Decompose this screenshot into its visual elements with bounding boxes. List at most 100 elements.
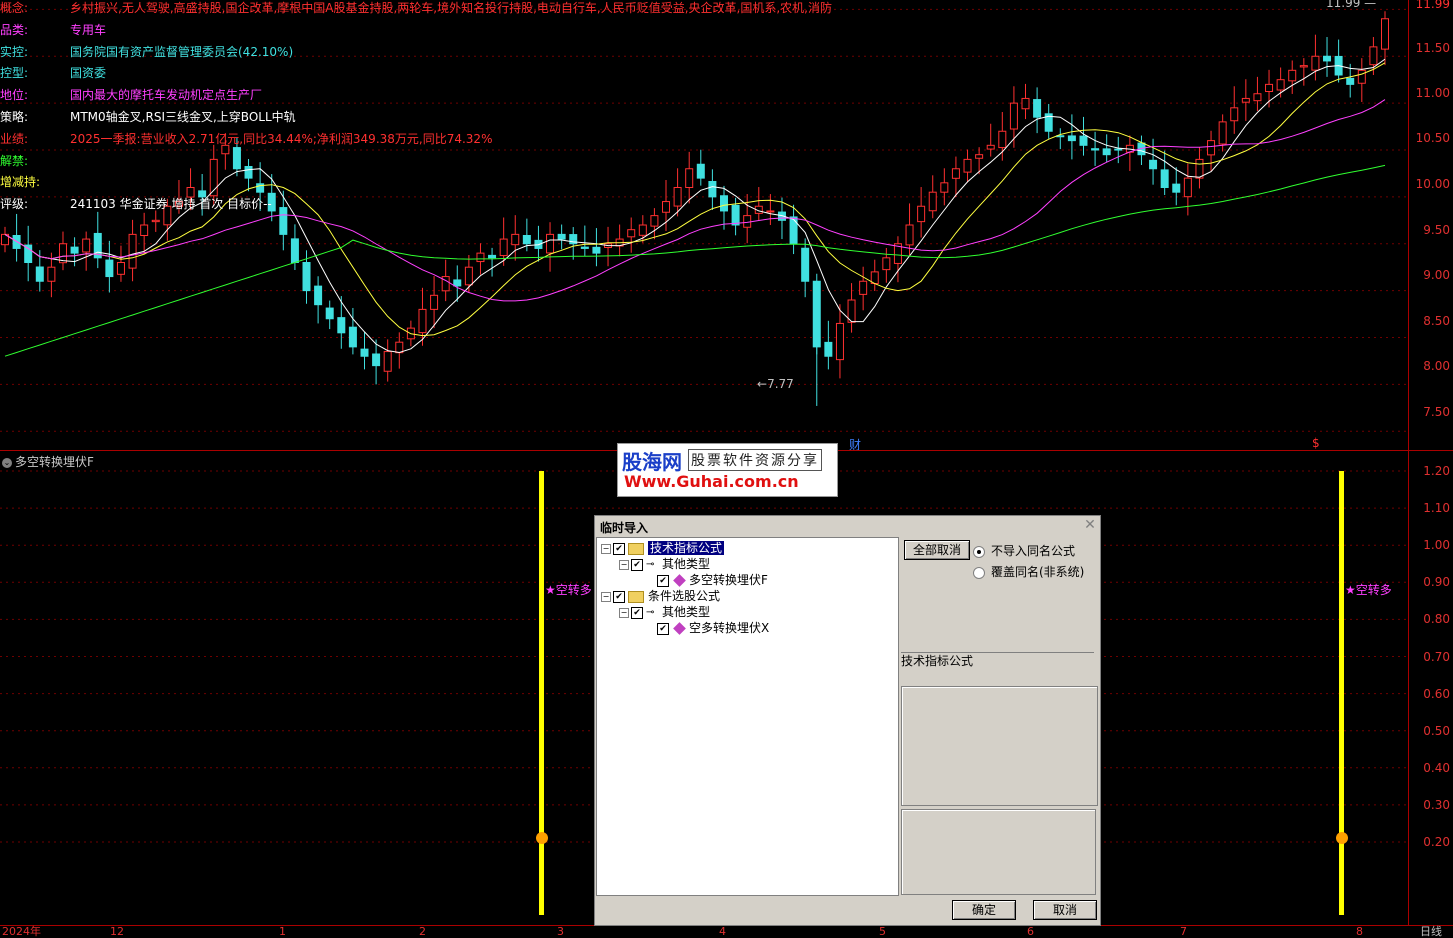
dividend-event-marker[interactable]: $ [1312, 436, 1320, 450]
price-tick: 11.00 [1415, 86, 1450, 100]
collapse-icon[interactable]: ⌄ [2, 457, 12, 468]
checkbox[interactable]: ✔ [613, 542, 625, 555]
radio-button[interactable] [973, 545, 985, 558]
candle-down [801, 247, 810, 282]
candle-down [372, 353, 381, 367]
candle-down [1033, 99, 1042, 118]
candle-down [325, 307, 334, 320]
collapse-toggle-icon[interactable]: − [601, 591, 611, 602]
candle-up [430, 294, 439, 310]
info-key: 策略: [0, 110, 29, 124]
candle-up [383, 351, 392, 372]
candle-down [824, 341, 833, 357]
indicator-title[interactable]: ⌄ 多空转换埋伏F [2, 453, 94, 470]
date-tick: 4 [719, 925, 726, 938]
candle-down [557, 233, 566, 240]
radio-label: 覆盖同名(非系统) [991, 565, 1085, 579]
candle-down [719, 195, 728, 212]
description-box[interactable] [901, 686, 1098, 806]
signal-up-icon-2 [1336, 832, 1348, 844]
indicator-name: 多空转换埋伏F [15, 455, 94, 469]
price-axis: 11.99 11.50 11.00 10.50 10.00 9.50 9.00 8.50 8.0… [1408, 0, 1453, 450]
candle-down [279, 207, 288, 235]
indicator-tick: 0.90 [1423, 575, 1450, 590]
checkbox[interactable]: ✔ [657, 574, 669, 587]
candle-down [1091, 148, 1100, 151]
candle-down [244, 166, 253, 179]
candle-up [963, 158, 972, 173]
candle-up [476, 252, 485, 263]
tree-label: 空多转换埋伏X [689, 621, 770, 635]
indicator-tick: 0.40 [1423, 760, 1450, 775]
indicator-tick: 1.00 [1423, 538, 1450, 553]
close-icon[interactable]: ✕ [1083, 518, 1097, 532]
candle-up [464, 266, 473, 286]
info-value: 国内最大的摩托车发动机定点生产厂 [70, 88, 263, 103]
date-tick: 6 [1027, 925, 1034, 938]
candle-down [70, 246, 79, 254]
radio-skip-duplicates[interactable]: 不导入同名公式 [973, 542, 1075, 559]
collapse-toggle-icon[interactable]: − [619, 607, 629, 618]
checkbox[interactable]: ✔ [657, 622, 669, 635]
info-key: 控型: [0, 66, 29, 81]
candle-down [453, 279, 462, 287]
info-key: 实控: [0, 44, 29, 59]
candle-down [360, 348, 369, 357]
candle-up [1218, 121, 1227, 145]
tree-node-tech-folder[interactable]: − ✔ 技术指标公式 [601, 540, 725, 556]
tree-node-select-type[interactable]: − ✔ ⊸ 其他类型 [619, 604, 710, 620]
checkbox[interactable]: ✔ [631, 558, 643, 571]
info-key: 解禁: [0, 153, 29, 168]
tree-label: 技术指标公式 [648, 541, 725, 555]
candle-up [546, 233, 555, 254]
cancel-button[interactable]: 取消 [1033, 900, 1097, 920]
candle-up [1195, 158, 1204, 179]
price-tick: 9.00 [1423, 268, 1450, 282]
candle-up [128, 233, 137, 269]
tree-node-tech-formula[interactable]: ✔ 多空转换埋伏F [657, 572, 768, 588]
candle-up [1009, 102, 1018, 130]
high-price-label: 11.99 [1326, 0, 1361, 10]
formula-tree[interactable]: − ✔ 技术指标公式 − ✔ ⊸ 其他类型 ✔ 多空转换埋伏F − ✔ 条件选股公式 − ✔ ⊸ 其他… [596, 537, 899, 896]
cancel-all-button[interactable]: 全部取消 [904, 540, 970, 560]
candle-up [627, 229, 636, 238]
checkbox[interactable]: ✔ [631, 606, 643, 619]
tree-node-tech-type[interactable]: − ✔ ⊸ 其他类型 [619, 556, 710, 572]
ok-button[interactable]: 确定 [952, 900, 1016, 920]
signal-label-2: ★空转多 [1345, 583, 1392, 597]
detail-box[interactable] [901, 809, 1096, 895]
indicator-tick: 0.60 [1423, 686, 1450, 701]
signal-bar-2 [1339, 471, 1344, 915]
collapse-toggle-icon[interactable]: − [601, 543, 611, 554]
tree-label: 其他类型 [662, 557, 711, 571]
tree-node-select-folder[interactable]: − ✔ 条件选股公式 [601, 588, 720, 604]
radio-overwrite-duplicates[interactable]: 覆盖同名(非系统) [973, 563, 1084, 580]
period-label[interactable]: 日线 [1420, 926, 1442, 937]
indicator-tick: 1.20 [1423, 464, 1450, 478]
candle-up [743, 215, 752, 228]
candle-up [951, 168, 960, 179]
candle-up [1311, 55, 1320, 71]
info-key: 评级: [0, 197, 29, 212]
candle-up [685, 168, 694, 188]
date-tick: 2 [419, 925, 426, 938]
candle-up [1357, 69, 1366, 84]
candle-down [708, 181, 717, 198]
low-price-marker: ←7.77 [757, 377, 794, 391]
candle-up [82, 238, 91, 253]
candle-up [1230, 107, 1239, 122]
candle-down [1160, 169, 1169, 188]
info-key: 业绩: [0, 131, 29, 146]
key-icon: ⊸ [646, 606, 655, 618]
candle-up [940, 182, 949, 193]
price-chart[interactable] [0, 0, 1408, 450]
collapse-toggle-icon[interactable]: − [619, 559, 629, 570]
indicator-tick: 0.70 [1423, 649, 1450, 664]
tree-label: 其他类型 [662, 605, 711, 619]
radio-button[interactable] [973, 566, 985, 579]
info-key: 品类: [0, 22, 29, 37]
price-tick: 10.00 [1415, 177, 1450, 191]
candle-down [1346, 77, 1355, 85]
tree-node-select-formula[interactable]: ✔ 空多转换埋伏X [657, 620, 769, 636]
checkbox[interactable]: ✔ [613, 590, 625, 603]
